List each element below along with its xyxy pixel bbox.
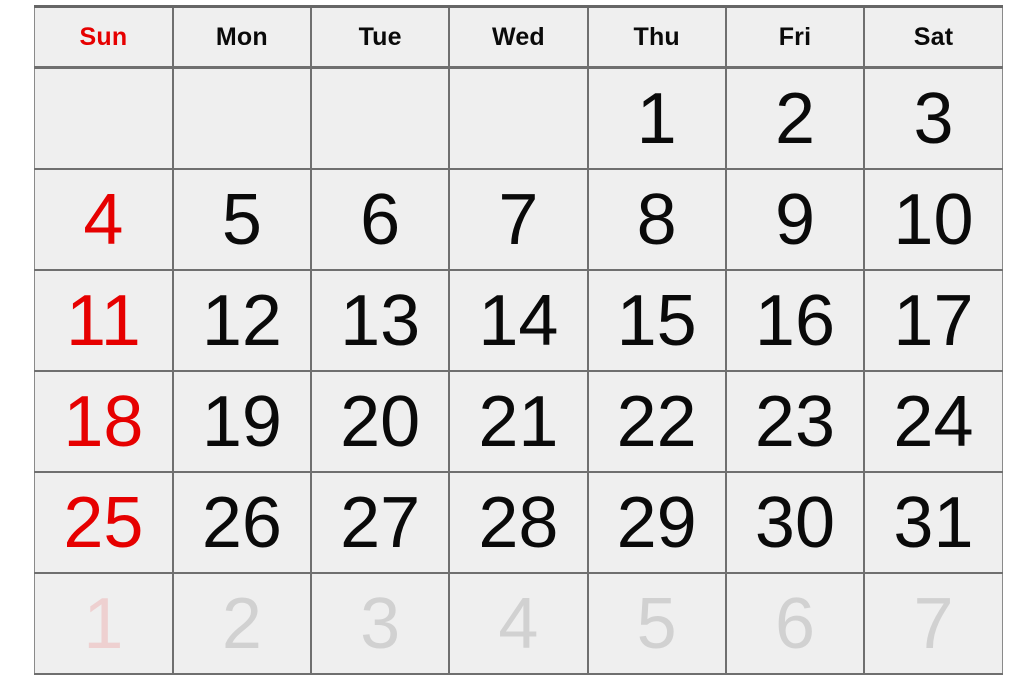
weekday-header-tue: Tue [311,6,451,69]
day-number: 12 [201,280,282,361]
day-cell[interactable]: 20 [311,371,451,473]
day-cell[interactable]: 12 [172,270,313,372]
day-number: 26 [201,482,282,563]
day-number: 17 [893,280,974,361]
day-cell[interactable]: 16 [725,270,866,372]
weekday-header-thu: Thu [587,6,727,69]
day-cell[interactable]: 10 [864,169,1003,271]
day-number: 19 [201,381,282,462]
day-cell[interactable]: 18 [34,371,174,473]
calendar-grid: Sun Mon Tue Wed Thu Fri Sat 1 2 3 4 5 6 … [34,5,1003,675]
day-number: 4 [83,179,124,260]
weekday-header-sat: Sat [864,6,1003,69]
day-cell[interactable]: 27 [311,472,451,574]
day-cell[interactable]: 2 [725,67,866,170]
day-cell[interactable]: 24 [864,371,1003,473]
day-number: 18 [63,381,144,462]
day-cell[interactable]: 7 [864,573,1003,675]
day-number: 24 [893,381,974,462]
weekday-header-row: Sun Mon Tue Wed Thu Fri Sat [34,6,1003,69]
day-cell[interactable]: 1 [34,573,174,675]
day-cell[interactable]: 15 [587,270,727,372]
day-cell[interactable]: 19 [172,371,313,473]
weekday-header-mon: Mon [172,6,313,69]
calendar-week-row: 1 2 3 [34,67,1003,170]
day-cell[interactable]: 23 [725,371,866,473]
day-number: 13 [340,280,421,361]
day-cell[interactable]: 6 [725,573,866,675]
day-cell[interactable]: 6 [311,169,451,271]
day-number: 23 [754,381,835,462]
day-cell[interactable]: 29 [587,472,727,574]
calendar-week-row: 25 26 27 28 29 30 31 [34,472,1003,574]
day-number: 6 [360,179,401,260]
day-number: 7 [913,583,954,664]
day-number: 28 [478,482,559,563]
day-cell[interactable] [172,67,313,170]
day-number: 15 [616,280,697,361]
day-cell[interactable]: 11 [34,270,174,372]
calendar-week-row: 4 5 6 7 8 9 10 [34,169,1003,271]
day-number: 6 [774,583,815,664]
day-number: 5 [636,583,677,664]
calendar-week-row: 18 19 20 21 22 23 24 [34,371,1003,473]
day-cell[interactable]: 17 [864,270,1003,372]
day-cell[interactable]: 28 [449,472,589,574]
day-cell[interactable]: 13 [311,270,451,372]
day-number: 25 [63,482,144,563]
day-number: 3 [360,583,401,664]
day-cell[interactable]: 9 [725,169,866,271]
day-cell[interactable]: 2 [172,573,313,675]
day-number: 29 [616,482,697,563]
day-cell[interactable] [449,67,589,170]
day-number: 7 [498,179,539,260]
day-number: 14 [478,280,559,361]
day-number: 9 [774,179,815,260]
calendar-overflow-week-row: 1 2 3 4 5 6 7 [34,573,1003,675]
day-cell[interactable]: 25 [34,472,174,574]
day-number: 2 [221,583,262,664]
day-cell[interactable]: 22 [587,371,727,473]
day-cell[interactable] [34,67,174,170]
calendar-week-row: 11 12 13 14 15 16 17 [34,270,1003,372]
day-cell[interactable]: 31 [864,472,1003,574]
day-cell[interactable]: 3 [311,573,451,675]
day-cell[interactable]: 4 [449,573,589,675]
day-cell[interactable]: 14 [449,270,589,372]
day-number: 31 [893,482,974,563]
day-number: 22 [616,381,697,462]
day-cell[interactable]: 4 [34,169,174,271]
weekday-header-sun: Sun [34,6,174,69]
day-number: 30 [754,482,835,563]
day-cell[interactable]: 1 [587,67,727,170]
weekday-header-fri: Fri [725,6,866,69]
day-number: 11 [66,280,141,361]
day-cell[interactable]: 3 [864,67,1003,170]
day-number: 10 [893,179,974,260]
day-number: 8 [636,179,677,260]
day-number: 1 [83,583,124,664]
day-cell[interactable] [311,67,451,170]
day-cell[interactable]: 5 [172,169,313,271]
day-number: 1 [636,78,677,159]
day-number: 27 [340,482,421,563]
day-cell[interactable]: 26 [172,472,313,574]
day-number: 21 [478,381,559,462]
day-cell[interactable]: 7 [449,169,589,271]
day-number: 3 [913,78,954,159]
day-number: 2 [774,78,815,159]
day-number: 16 [754,280,835,361]
day-number: 5 [221,179,262,260]
day-cell[interactable]: 30 [725,472,866,574]
day-number: 4 [498,583,539,664]
day-cell[interactable]: 21 [449,371,589,473]
day-cell[interactable]: 5 [587,573,727,675]
day-cell[interactable]: 8 [587,169,727,271]
day-number: 20 [340,381,421,462]
month-calendar: Sun Mon Tue Wed Thu Fri Sat 1 2 3 4 5 6 … [0,0,1036,675]
weekday-header-wed: Wed [449,6,589,69]
